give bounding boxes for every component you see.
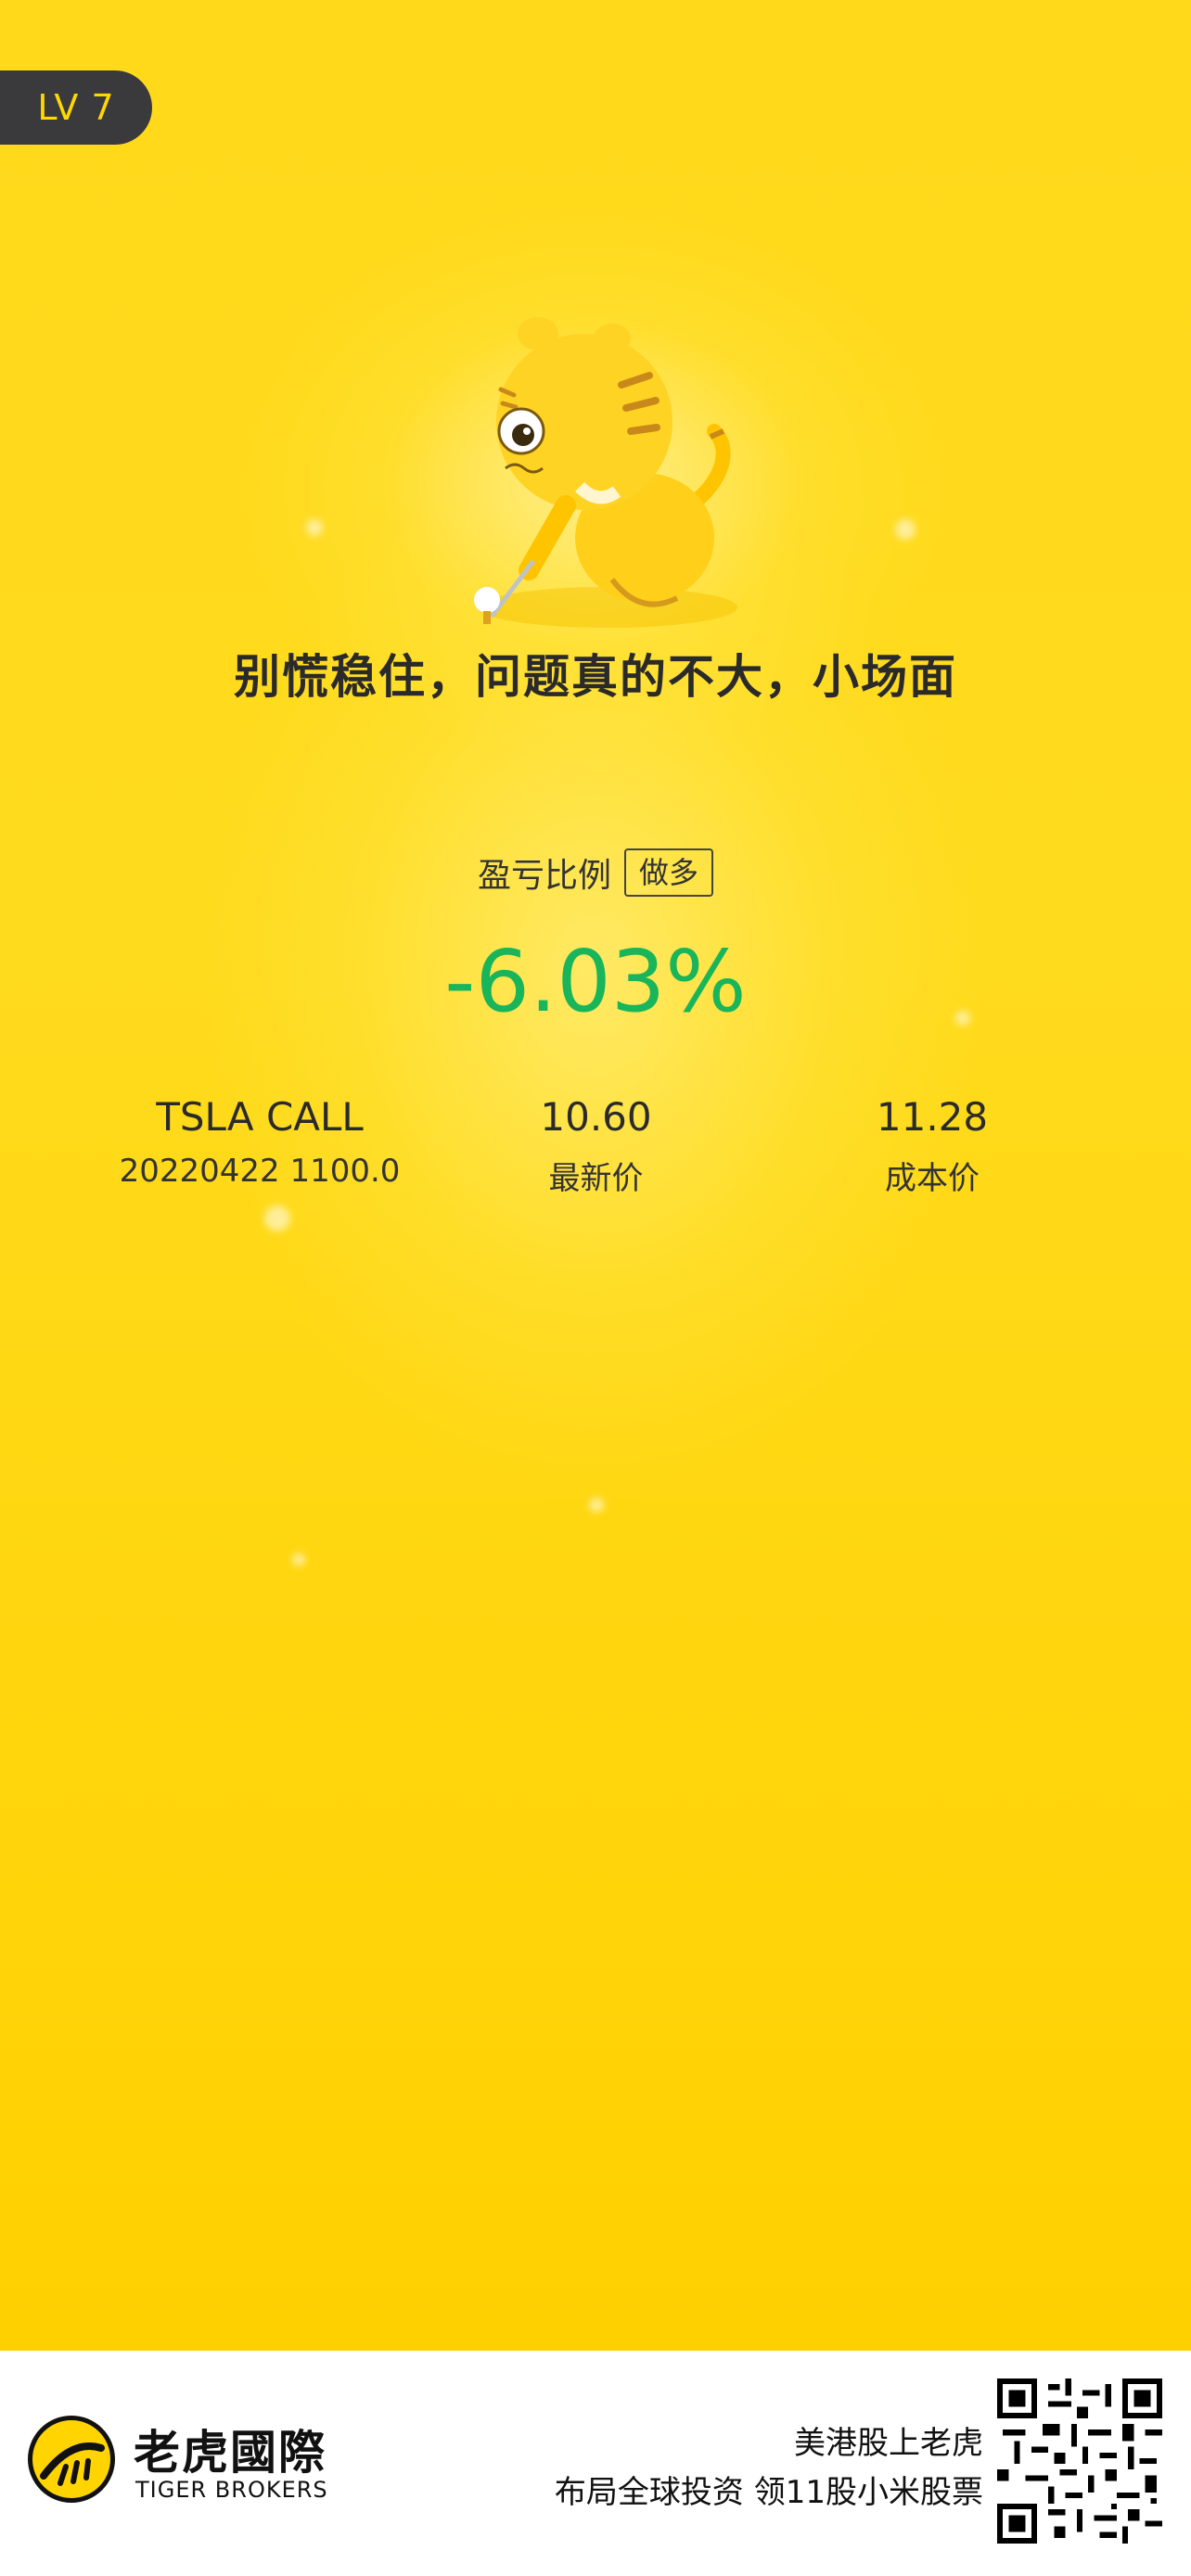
promo-line-2: 布局全球投资 领11股小米股票	[554, 2474, 983, 2511]
pl-ratio-label-row: 盈亏比例 做多	[0, 848, 1191, 897]
contract-detail: 20220422 1100.0	[119, 1153, 401, 1190]
share-poster: LV 7 别慌稳住，问题真的不大，小场面 盈亏比例 做多 -6.03% TSLA…	[0, 0, 1191, 2351]
sparkle-decoration	[306, 519, 323, 536]
sparkle-decoration	[292, 1553, 305, 1566]
brand-name-chinese: 老虎國際	[134, 2426, 327, 2480]
promo-line-1: 美港股上老虎	[794, 2425, 983, 2462]
pl-ratio-label: 盈亏比例	[477, 857, 611, 895]
latest-price-info: 10.60 最新价	[482, 1094, 710, 1198]
cost-price-label: 成本价	[885, 1160, 980, 1197]
pl-ratio-value: -6.03%	[444, 932, 747, 1031]
latest-price-value: 10.60	[540, 1094, 652, 1140]
qr-code-icon	[997, 2378, 1162, 2544]
tiger-mascot-golf-illustration	[474, 317, 737, 628]
footer-brand-bar: 老虎國際 TIGER BROKERS 美港股上老虎 布局全球投资 领11股小米股…	[0, 2351, 1191, 2576]
sparkle-decoration	[895, 519, 916, 540]
position-direction-tag: 做多	[624, 848, 714, 897]
contract-info: TSLA CALL 20220422 1100.0	[102, 1094, 417, 1190]
tiger-brokers-logo-icon	[28, 2416, 115, 2503]
cost-price-value: 11.28	[876, 1094, 989, 1140]
encouragement-slogan: 别慌稳住，问题真的不大，小场面	[234, 650, 957, 704]
contract-name: TSLA CALL	[156, 1094, 364, 1140]
sparkle-decoration	[589, 1498, 604, 1512]
sparkle-decoration	[264, 1205, 290, 1231]
cost-price-info: 11.28 成本价	[816, 1094, 1048, 1198]
brand-name-english: TIGER BROKERS	[135, 2477, 328, 2503]
level-badge: LV 7	[0, 70, 152, 145]
latest-price-label: 最新价	[548, 1160, 644, 1197]
